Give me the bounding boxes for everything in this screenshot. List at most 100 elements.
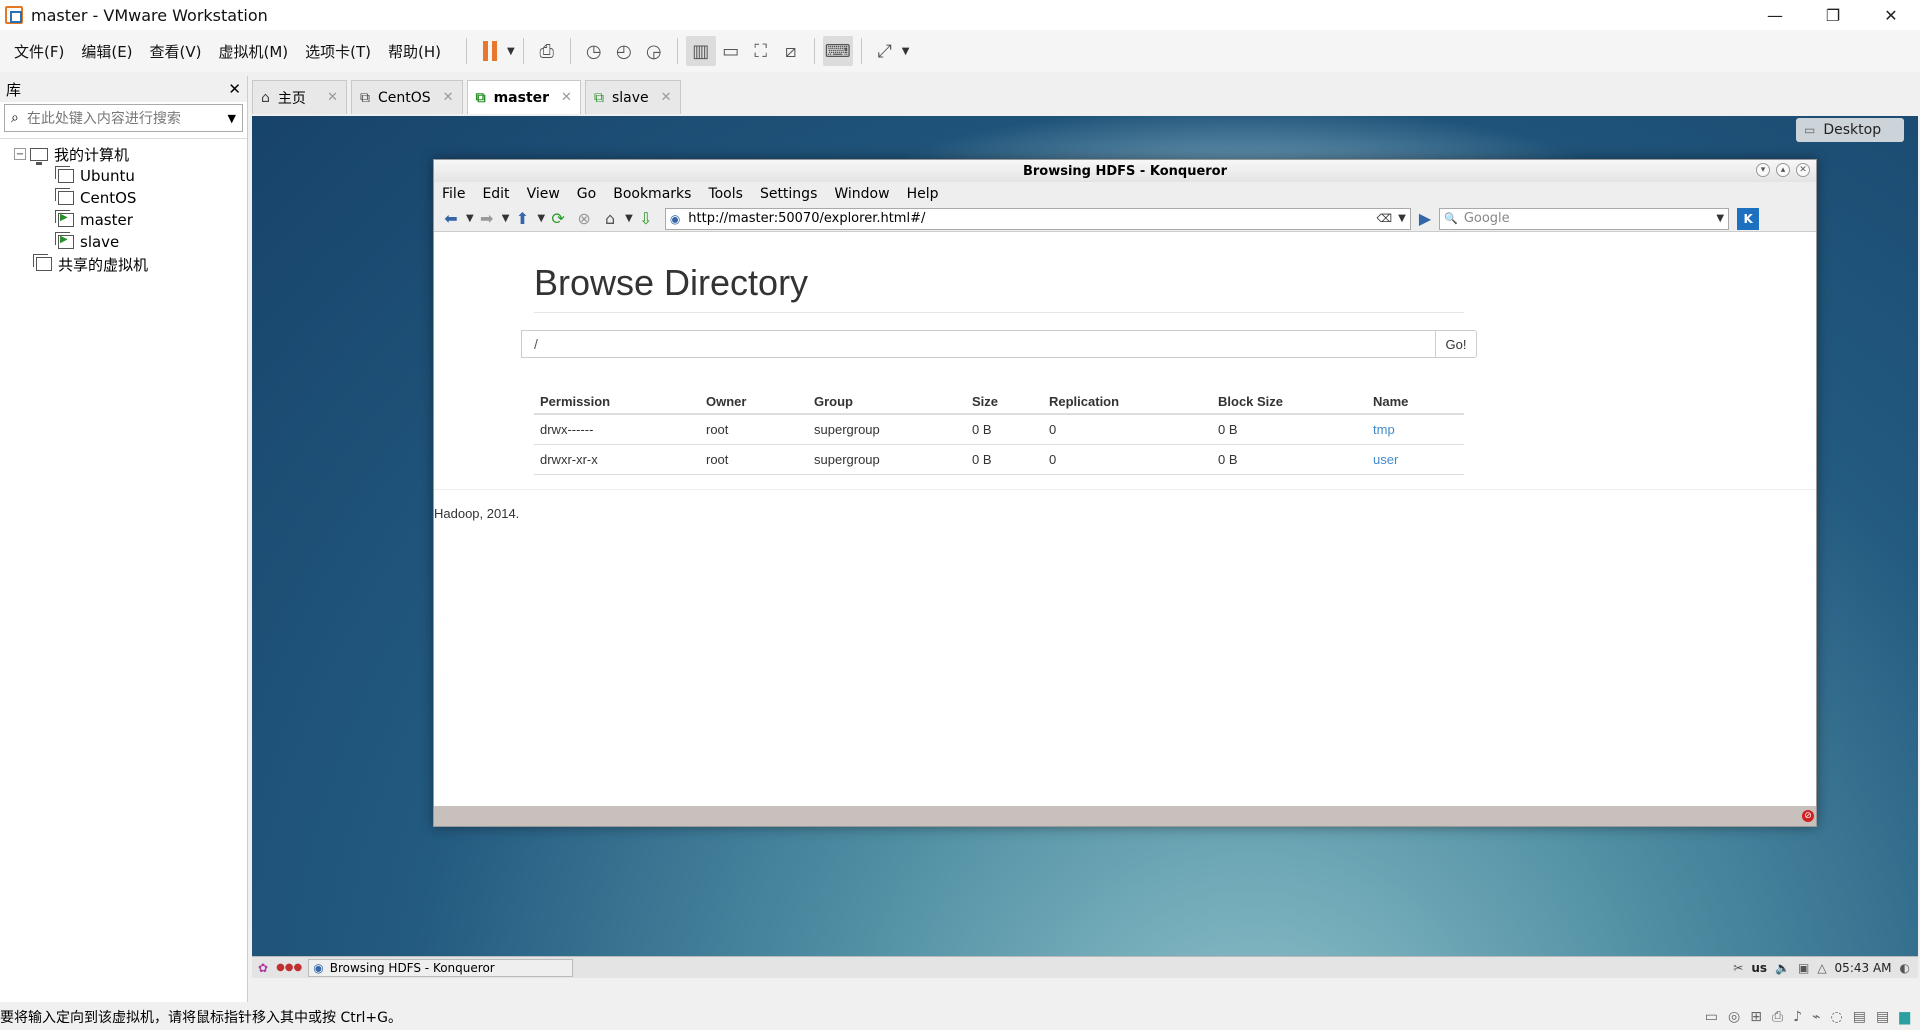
network-adapter-icon[interactable]: ⊞ (1750, 1009, 1762, 1025)
tab-centos[interactable]: ⧉ CentOS ✕ (351, 80, 463, 114)
col-size[interactable]: Size (966, 380, 1043, 415)
keyboard-layout[interactable]: us (1751, 961, 1767, 975)
systray-expand-icon[interactable]: △ (1817, 961, 1826, 975)
tree-item-my-computer[interactable]: − 我的计算机 (0, 143, 247, 165)
message-log-icon[interactable]: ▆ (1899, 1009, 1910, 1025)
col-block-size[interactable]: Block Size (1212, 380, 1367, 415)
menu-edit[interactable]: 编辑(E) (81, 41, 132, 62)
sound-card-icon[interactable]: ♪ (1793, 1009, 1802, 1025)
clipboard-icon[interactable]: ▣ (1798, 961, 1809, 975)
guest-desktop-button[interactable]: ▭ Desktop (1796, 118, 1904, 142)
tab-close-icon[interactable]: ✕ (549, 90, 572, 105)
search-dropdown-icon[interactable]: ▼ (228, 112, 236, 125)
tree-item-shared-vms[interactable]: 共享的虚拟机 (0, 253, 247, 275)
taskbar-item-konqueror[interactable]: ◉ Browsing HDFS - Konqueror (308, 958, 574, 977)
tree-item-master[interactable]: master (0, 209, 247, 231)
col-replication[interactable]: Replication (1043, 380, 1212, 415)
snapshot-manager-button[interactable]: ◶ (639, 36, 669, 66)
tree-item-centos[interactable]: CentOS (0, 187, 247, 209)
home-button[interactable]: ⌂ (597, 208, 623, 230)
search-provider-dropdown-icon[interactable]: ▼ (1716, 213, 1724, 224)
security-status-icon[interactable]: ⊘ (1802, 810, 1814, 822)
go-url-icon[interactable]: ▶ (1419, 209, 1431, 228)
directory-link-user[interactable]: user (1373, 452, 1398, 467)
forward-dropdown-icon[interactable]: ▼ (502, 213, 510, 224)
go-button[interactable]: Go! (1435, 330, 1477, 358)
snapshot-button[interactable]: ◷ (579, 36, 609, 66)
full-screen-button[interactable]: ⛶ (746, 36, 776, 66)
back-dropdown-icon[interactable]: ▼ (466, 213, 474, 224)
konq-menu-tools[interactable]: Tools (708, 186, 743, 202)
cd-dvd-icon[interactable]: ◎ (1728, 1009, 1740, 1025)
konqueror-maximize-icon[interactable]: ▴ (1776, 163, 1790, 177)
send-ctrl-alt-del-button[interactable]: ⎙ (532, 36, 562, 66)
thumbnail-bar-button[interactable]: ▭ (716, 36, 746, 66)
tab-master[interactable]: ⧉ master ✕ (466, 80, 581, 114)
minimize-button[interactable]: — (1746, 0, 1804, 30)
pager-icon[interactable]: ●●● (276, 962, 302, 973)
restore-button[interactable]: ❐ (1804, 0, 1862, 30)
web-search-input[interactable]: 🔍 Google ▼ (1439, 207, 1730, 230)
pause-button[interactable] (475, 36, 505, 66)
col-name[interactable]: Name (1367, 380, 1464, 415)
unity-button[interactable]: ⧄ (776, 36, 806, 66)
url-dropdown-icon[interactable]: ▼ (1398, 213, 1406, 224)
konq-menu-file[interactable]: File (442, 186, 465, 202)
show-desktop-icon[interactable]: ◐ (1900, 961, 1910, 975)
tab-slave[interactable]: ⧉ slave ✕ (584, 80, 681, 114)
menu-view[interactable]: 查看(V) (150, 41, 202, 62)
console-view-button[interactable]: ⌨ (822, 36, 853, 66)
tab-home[interactable]: ⌂ 主页 ✕ (252, 80, 347, 114)
download-icon[interactable]: ⇩ (633, 208, 659, 230)
col-permission[interactable]: Permission (534, 380, 700, 415)
floppy-icon[interactable]: ▤ (1853, 1009, 1866, 1025)
menu-tabs[interactable]: 选项卡(T) (305, 41, 371, 62)
stretch-dropdown-icon[interactable]: ▼ (902, 46, 910, 57)
konq-menu-help[interactable]: Help (907, 186, 939, 202)
directory-path-input[interactable]: / (521, 330, 1435, 358)
col-group[interactable]: Group (808, 380, 966, 415)
tree-item-slave[interactable]: slave (0, 231, 247, 253)
konqueror-close-icon[interactable]: ✕ (1796, 163, 1810, 177)
konqueror-minimize-icon[interactable]: ▾ (1756, 163, 1770, 177)
volume-icon[interactable]: 🔈 (1775, 961, 1790, 975)
hard-disk-icon[interactable]: ▭ (1705, 1009, 1718, 1025)
display-icon[interactable]: ◌ (1831, 1009, 1843, 1025)
printer-icon[interactable]: ⎙ (1772, 1009, 1783, 1025)
konq-menu-settings[interactable]: Settings (760, 186, 817, 202)
vm-console[interactable]: ▭ Desktop Browsing HDFS - Konqueror ▾ ▴ … (252, 116, 1918, 978)
konq-menu-view[interactable]: View (527, 186, 560, 202)
serial-port-icon[interactable]: ▤ (1876, 1009, 1889, 1025)
guest-clock[interactable]: 05:43 AM (1835, 961, 1892, 975)
library-search-input[interactable]: ⌕ 在此处键入内容进行搜索 ▼ (4, 104, 243, 132)
menu-vm[interactable]: 虚拟机(M) (219, 41, 289, 62)
collapse-icon[interactable]: − (14, 148, 26, 160)
tab-close-icon[interactable]: ✕ (315, 90, 338, 105)
tab-close-icon[interactable]: ✕ (649, 90, 672, 105)
show-library-button[interactable]: ▥ (685, 36, 716, 66)
konq-menu-edit[interactable]: Edit (482, 186, 509, 202)
up-button[interactable]: ⬆ (509, 208, 535, 230)
menu-help[interactable]: 帮助(H) (388, 41, 441, 62)
stretch-guest-button[interactable]: ⤢ (870, 36, 900, 66)
menu-file[interactable]: 文件(F) (14, 41, 64, 62)
konq-menu-bookmarks[interactable]: Bookmarks (613, 186, 691, 202)
library-close-icon[interactable]: ✕ (228, 80, 241, 98)
forward-button[interactable]: ➡ (474, 208, 500, 230)
close-button[interactable]: ✕ (1862, 0, 1920, 30)
konq-menu-go[interactable]: Go (577, 186, 596, 202)
kde-menu-icon[interactable]: ✿ (258, 961, 268, 975)
back-button[interactable]: ⬅ (438, 208, 464, 230)
directory-link-tmp[interactable]: tmp (1373, 422, 1395, 437)
tab-close-icon[interactable]: ✕ (431, 90, 454, 105)
network-icon[interactable]: ✂ (1733, 961, 1743, 975)
up-dropdown-icon[interactable]: ▼ (537, 213, 545, 224)
revert-snapshot-button[interactable]: ◴ (609, 36, 639, 66)
url-input[interactable]: ◉ http://master:50070/explorer.html#/ ⌫ … (664, 207, 1411, 230)
power-dropdown-icon[interactable]: ▼ (507, 46, 515, 57)
usb-icon[interactable]: ⌁ (1812, 1009, 1820, 1025)
col-owner[interactable]: Owner (700, 380, 808, 415)
stop-button[interactable]: ⊗ (571, 208, 597, 230)
reload-button[interactable]: ⟳ (545, 208, 571, 230)
clear-url-icon[interactable]: ⌫ (1377, 212, 1393, 225)
